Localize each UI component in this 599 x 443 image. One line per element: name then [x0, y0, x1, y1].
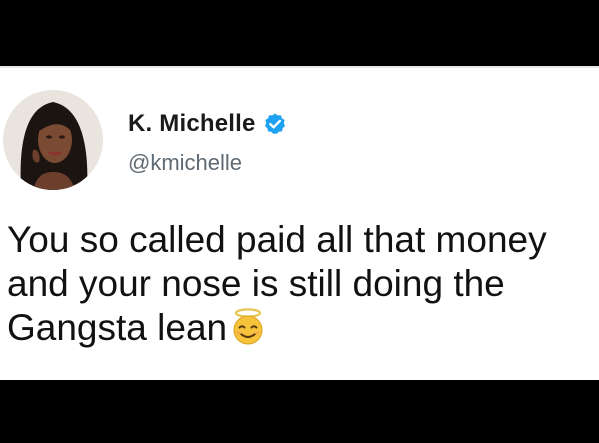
tweet-text-line: You so called paid all that money	[7, 219, 547, 260]
verified-badge-icon	[263, 112, 287, 136]
avatar[interactable]	[3, 90, 103, 190]
tweet-text-line-last: Gangsta lean	[7, 306, 597, 350]
author-display-name[interactable]: K. Michelle	[128, 110, 256, 138]
profile-photo-icon	[3, 90, 103, 190]
tweet-body: You so called paid all that money and yo…	[7, 218, 597, 350]
author-name-row: K. Michelle	[128, 110, 287, 138]
screenshot-frame: K. Michelle @kmichelle You so called pai…	[0, 0, 599, 443]
tweet-text-line-content: Gangsta lean	[7, 307, 228, 348]
author-handle[interactable]: @kmichelle	[128, 150, 242, 176]
smiling-face-with-halo-icon	[228, 306, 268, 346]
tweet-card: K. Michelle @kmichelle You so called pai…	[0, 66, 599, 380]
tweet-text-line: and your nose is still doing the	[7, 263, 505, 304]
